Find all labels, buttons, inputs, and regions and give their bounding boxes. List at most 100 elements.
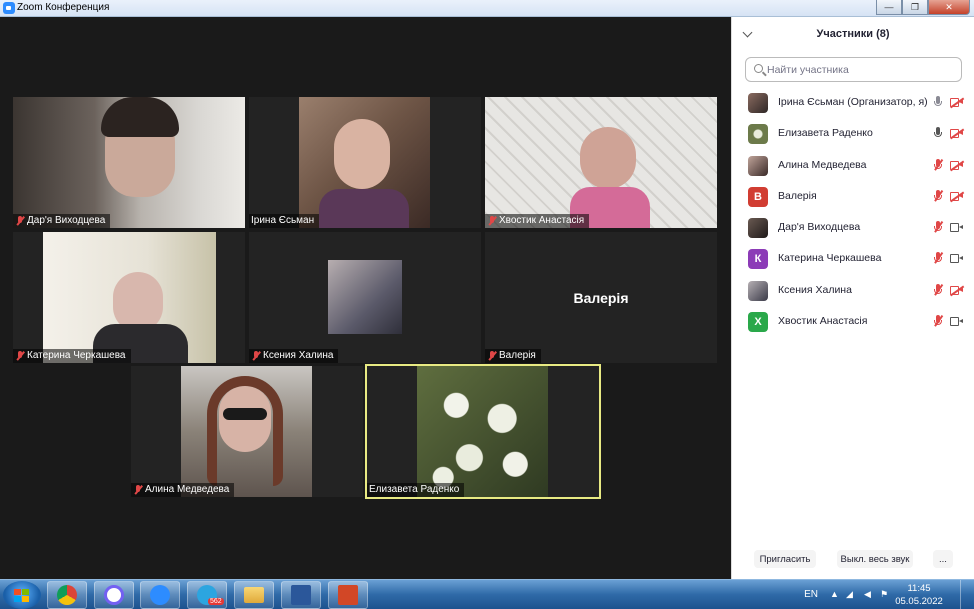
tile-name-label: Алина Медведева: [131, 483, 235, 497]
participant-list: Ірина Єсьман (Организатор, я) Елизавета …: [732, 87, 974, 337]
mic-muted-icon[interactable]: [933, 221, 943, 234]
word-icon[interactable]: [281, 581, 321, 609]
zoom-app-icon: [3, 2, 15, 14]
maximize-button[interactable]: ❐: [902, 0, 928, 15]
mic-muted-icon[interactable]: [933, 283, 943, 297]
video-tile[interactable]: Катерина Черкашева: [13, 232, 245, 363]
participant-face: [334, 119, 390, 189]
network-icon[interactable]: ◢: [846, 589, 856, 599]
video-tile[interactable]: Дар'я Виходцева: [13, 97, 245, 228]
participant-name: Валерія: [778, 189, 817, 202]
participants-panel: Участники (8) Ірина Єсьман (Организатор,…: [731, 17, 974, 579]
mic-muted-icon: [487, 216, 496, 226]
participant-name: Ірина Єсьман (Организатор, я): [778, 96, 928, 108]
more-options-button[interactable]: ...: [933, 550, 953, 568]
tile-name-label: Ірина Єсьман: [249, 214, 320, 228]
participant-row[interactable]: Дар'я Виходцева: [732, 212, 974, 243]
participant-row[interactable]: Х Хвостик Анастасія: [732, 306, 974, 337]
participant-video: [417, 366, 548, 497]
video-icon[interactable]: [950, 223, 963, 233]
windows-logo-icon: [14, 589, 30, 602]
invite-button[interactable]: Пригласить: [754, 550, 816, 568]
avatar: Х: [748, 312, 768, 333]
participant-row[interactable]: Алина Медведева: [732, 150, 974, 181]
mic-muted-icon: [15, 351, 24, 361]
video-off-icon[interactable]: [950, 191, 964, 202]
mic-muted-icon[interactable]: [933, 252, 943, 265]
video-icon[interactable]: [950, 254, 963, 264]
panel-title: Участники (8): [816, 28, 890, 40]
participant-name: Алина Медведева: [778, 158, 867, 171]
clock-date[interactable]: 05.05.2022: [894, 596, 944, 607]
video-tile[interactable]: Алина Медведева: [131, 366, 363, 497]
participant-row[interactable]: В Валерія: [732, 181, 974, 212]
avatar: [748, 155, 768, 176]
video-tile[interactable]: Ірина Єсьман: [249, 97, 481, 228]
clock-time[interactable]: 11:45: [894, 583, 944, 594]
avatar: [748, 280, 768, 301]
mic-muted-icon[interactable]: [933, 189, 943, 203]
telegram-icon[interactable]: 562: [187, 581, 227, 609]
video-tile-active-speaker[interactable]: Елизавета Раденко: [365, 364, 601, 499]
participant-row[interactable]: Ксения Халина: [732, 275, 974, 306]
video-gallery: Дар'я Виходцева Ірина Єсьман Хвостик Ана…: [0, 17, 731, 579]
language-indicator[interactable]: EN: [804, 589, 818, 600]
viber-icon[interactable]: [94, 581, 134, 609]
volume-icon[interactable]: ◀: [864, 589, 874, 599]
mic-muted-icon: [251, 351, 260, 361]
participant-name: Ксения Халина: [778, 283, 852, 296]
participant-name: Елизавета Раденко: [778, 127, 873, 140]
show-desktop-button[interactable]: [960, 580, 974, 609]
mute-all-button[interactable]: Выкл. весь звук: [837, 550, 913, 568]
participant-row[interactable]: Ірина Єсьман (Организатор, я): [732, 87, 974, 118]
video-off-icon[interactable]: [950, 160, 964, 171]
video-off-icon[interactable]: [950, 128, 964, 140]
tile-name-label: Валерія: [485, 349, 541, 363]
zoom-icon[interactable]: [140, 581, 180, 609]
telegram-badge: 562: [208, 598, 224, 605]
mic-muted-icon: [133, 485, 142, 495]
tile-name-label: Дар'я Виходцева: [13, 214, 111, 228]
tile-name-label: Катерина Черкашева: [13, 349, 131, 363]
video-tile[interactable]: Валерія Валерія: [485, 232, 717, 363]
chrome-icon[interactable]: [47, 581, 87, 609]
participant-search[interactable]: [745, 57, 962, 82]
window-titlebar: Zoom Конференция — ❐ ✕: [0, 0, 974, 17]
mic-muted-icon[interactable]: [933, 158, 943, 172]
action-center-flag-icon[interactable]: ⚑: [880, 589, 890, 599]
tray-up-arrow-icon[interactable]: ▲: [830, 589, 840, 599]
tile-name-label: Ксения Халина: [249, 349, 339, 363]
mic-muted-icon: [487, 351, 496, 361]
video-off-icon[interactable]: [950, 97, 964, 108]
start-button[interactable]: [3, 581, 41, 609]
participant-avatar-photo: [328, 260, 402, 334]
video-tile[interactable]: Ксения Халина: [249, 232, 481, 363]
microphone-icon[interactable]: [933, 96, 943, 109]
folder-icon[interactable]: [234, 581, 274, 609]
mic-muted-icon[interactable]: [933, 315, 943, 328]
video-off-icon[interactable]: [950, 285, 964, 296]
participant-hair: [207, 376, 283, 486]
windows-taskbar: 562 EN ▲ ◢ ◀ ⚑ 11:45 05.05.2022: [0, 579, 974, 609]
powerpoint-icon[interactable]: [328, 581, 368, 609]
panel-header: Участники (8): [732, 17, 974, 51]
video-tile[interactable]: Хвостик Анастасія: [485, 97, 717, 228]
panel-footer: Пригласить Выкл. весь звук ...: [732, 548, 974, 570]
avatar: В: [748, 186, 768, 207]
window-title: Zoom Конференция: [17, 2, 110, 13]
participant-row[interactable]: Елизавета Раденко: [732, 118, 974, 149]
search-icon: [754, 64, 763, 73]
search-input[interactable]: [767, 61, 957, 78]
minimize-button[interactable]: —: [876, 0, 902, 15]
microphone-icon[interactable]: [933, 127, 943, 140]
mic-muted-icon: [15, 216, 24, 226]
participant-row[interactable]: К Катерина Черкашева: [732, 243, 974, 274]
avatar: [748, 218, 768, 239]
participant-name-placeholder: Валерія: [573, 289, 629, 306]
avatar: К: [748, 249, 768, 270]
close-button[interactable]: ✕: [928, 0, 970, 15]
video-icon[interactable]: [950, 317, 963, 327]
avatar: [748, 93, 768, 113]
participant-name: Хвостик Анастасія: [778, 315, 868, 328]
participant-sweater: [319, 189, 409, 228]
